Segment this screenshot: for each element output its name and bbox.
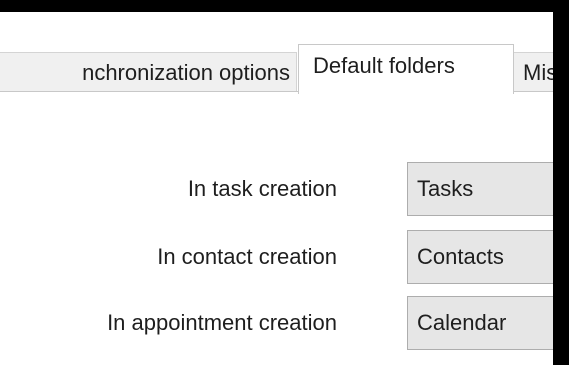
window-frame: nchronization options Default folders Mi… (0, 0, 569, 365)
appointment-creation-label: In appointment creation (107, 310, 337, 335)
appointment-creation-row: In appointment creation Calendar (0, 296, 553, 350)
task-folder-field[interactable]: Tasks (407, 162, 553, 216)
window-border-right (553, 0, 569, 365)
tab-synchronization-options[interactable]: nchronization options (0, 52, 297, 92)
contact-creation-label: In contact creation (157, 244, 337, 269)
contact-folder-field[interactable]: Contacts (407, 230, 553, 284)
task-creation-row: In task creation Tasks (0, 162, 553, 216)
calendar-folder-field[interactable]: Calendar (407, 296, 553, 350)
task-creation-label: In task creation (187, 176, 337, 201)
options-panel: nchronization options Default folders Mi… (0, 12, 553, 365)
tab-default-folders[interactable]: Default folders (298, 44, 514, 94)
tab-misc[interactable]: Mis (513, 52, 553, 92)
contact-creation-row: In contact creation Contacts (0, 230, 553, 284)
tab-underline-gap (299, 91, 513, 92)
tab-strip: nchronization options Default folders Mi… (0, 40, 553, 94)
